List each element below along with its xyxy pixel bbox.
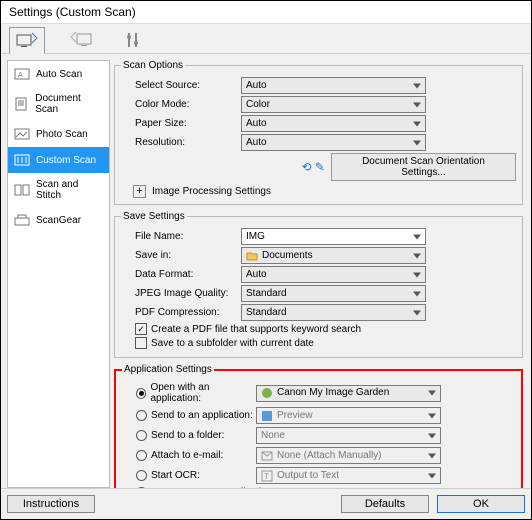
select-source-combo[interactable]: Auto: [241, 77, 426, 94]
save-settings-group: Save Settings File Name: IMG Save in: Do…: [114, 211, 523, 358]
settings-window: Settings (Custom Scan) A Auto Scan Docum…: [0, 0, 532, 520]
preview-icon: [261, 410, 273, 422]
mail-icon: [261, 450, 273, 462]
checkbox-unchecked-icon: [135, 337, 147, 349]
save-settings-legend: Save Settings: [121, 211, 187, 222]
document-icon: [14, 97, 29, 111]
folder-icon: [246, 250, 258, 262]
jpeg-quality-label: JPEG Image Quality:: [121, 288, 241, 299]
save-in-combo[interactable]: Documents: [241, 247, 426, 264]
sidebar-item-auto-scan[interactable]: A Auto Scan: [8, 61, 109, 87]
subfolder-label: Save to a subfolder with current date: [151, 338, 314, 349]
send-app-radio[interactable]: Send to an application:: [122, 410, 256, 421]
open-app-combo[interactable]: Canon My Image Garden: [256, 385, 441, 402]
orientation-reset-icon[interactable]: ⟲ ✎: [302, 160, 325, 174]
start-ocr-radio[interactable]: Start OCR:: [122, 470, 256, 481]
start-ocr-combo[interactable]: T Output to Text: [256, 467, 441, 484]
data-format-label: Data Format:: [121, 269, 241, 280]
color-mode-label: Color Mode:: [121, 99, 241, 110]
attach-email-radio[interactable]: Attach to e-mail:: [122, 450, 256, 461]
radio-icon: [136, 430, 147, 441]
data-format-combo[interactable]: Auto: [241, 266, 426, 283]
stitch-icon: [14, 183, 30, 197]
paper-size-combo[interactable]: Auto: [241, 115, 426, 132]
radio-icon: [136, 410, 147, 421]
svg-text:T: T: [264, 472, 269, 481]
tab-tools[interactable]: [117, 27, 149, 53]
select-source-label: Select Source:: [121, 80, 241, 91]
monitor-receive-icon: [70, 31, 92, 49]
send-folder-radio[interactable]: Send to a folder:: [122, 430, 256, 441]
checkbox-checked-icon: ✓: [135, 323, 147, 335]
file-name-label: File Name:: [121, 231, 241, 242]
pdf-search-label: Create a PDF file that supports keyword …: [151, 324, 361, 335]
auto-scan-icon: A: [14, 67, 30, 81]
tab-scan-to-computer[interactable]: [63, 27, 99, 53]
send-app-combo[interactable]: Preview: [256, 407, 441, 424]
plus-icon: +: [133, 185, 146, 198]
custom-scan-icon: [14, 153, 30, 167]
send-folder-combo[interactable]: None: [256, 427, 441, 444]
dialog-footer: Instructions Defaults OK: [1, 488, 531, 519]
svg-text:A: A: [18, 72, 23, 79]
pdf-comp-label: PDF Compression:: [121, 307, 241, 318]
radio-icon: [136, 450, 147, 461]
open-app-radio[interactable]: Open with an application:: [122, 382, 256, 404]
resolution-combo[interactable]: Auto: [241, 134, 426, 151]
color-mode-combo[interactable]: Color: [241, 96, 426, 113]
attach-email-combo[interactable]: None (Attach Manually): [256, 447, 441, 464]
pdf-search-checkbox-row[interactable]: ✓ Create a PDF file that supports keywor…: [135, 323, 516, 335]
mode-tabs: [1, 24, 531, 54]
sidebar-item-label: Custom Scan: [36, 155, 96, 166]
resolution-label: Resolution:: [121, 137, 241, 148]
paper-size-label: Paper Size:: [121, 118, 241, 129]
sidebar-item-photo-scan[interactable]: Photo Scan: [8, 121, 109, 147]
sidebar-item-label: Auto Scan: [36, 69, 82, 80]
photo-icon: [14, 127, 30, 141]
radio-checked-icon: [136, 388, 146, 399]
scan-options-group: Scan Options Select Source: Auto Color M…: [114, 60, 523, 205]
sidebar-item-document-scan[interactable]: Document Scan: [8, 87, 109, 121]
image-proc-label: Image Processing Settings: [152, 186, 271, 197]
image-proc-expander[interactable]: + Image Processing Settings: [133, 185, 516, 198]
radio-icon: [136, 470, 147, 481]
scan-mode-sidebar: A Auto Scan Document Scan Photo Scan Cus…: [7, 60, 110, 488]
sidebar-item-label: Document Scan: [35, 93, 103, 115]
window-title: Settings (Custom Scan): [1, 1, 531, 24]
jpeg-quality-combo[interactable]: Standard: [241, 285, 426, 302]
app-icon: [261, 387, 273, 399]
file-name-combo[interactable]: IMG: [241, 228, 426, 245]
save-in-label: Save in:: [121, 250, 241, 261]
application-settings-group: Application Settings Open with an applic…: [114, 364, 523, 488]
pdf-comp-combo[interactable]: Standard: [241, 304, 426, 321]
scangear-icon: [14, 213, 30, 227]
orientation-settings-button[interactable]: Document Scan Orientation Settings...: [331, 153, 516, 181]
tools-icon: [124, 31, 142, 49]
instructions-button[interactable]: Instructions: [7, 495, 95, 513]
monitor-scan-icon: [16, 32, 38, 50]
subfolder-checkbox-row[interactable]: Save to a subfolder with current date: [135, 337, 516, 349]
defaults-button[interactable]: Defaults: [341, 495, 429, 513]
text-icon: T: [261, 470, 273, 482]
sidebar-item-scan-stitch[interactable]: Scan and Stitch: [8, 173, 109, 207]
scan-options-legend: Scan Options: [121, 60, 185, 71]
sidebar-item-label: Scan and Stitch: [36, 179, 103, 201]
sidebar-item-scangear[interactable]: ScanGear: [8, 207, 109, 233]
sidebar-item-label: ScanGear: [36, 215, 81, 226]
ok-button[interactable]: OK: [437, 495, 525, 513]
tab-scan-from-computer[interactable]: [9, 27, 45, 54]
sidebar-item-label: Photo Scan: [36, 129, 88, 140]
main-panel: Scan Options Select Source: Auto Color M…: [114, 60, 525, 488]
app-settings-legend: Application Settings: [122, 364, 214, 375]
sidebar-item-custom-scan[interactable]: Custom Scan: [8, 147, 109, 173]
